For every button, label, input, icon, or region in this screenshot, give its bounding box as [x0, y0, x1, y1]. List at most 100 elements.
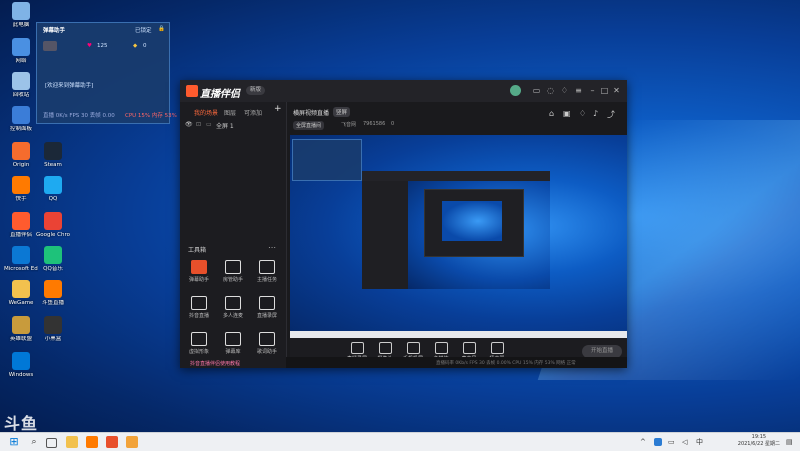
notification-icon[interactable]: ▤	[786, 436, 798, 448]
tool-item[interactable]: 主播任务	[254, 260, 280, 283]
desktop-icon-label: Google Chrome	[36, 232, 70, 238]
danmu-overlay-panel[interactable]: 弹幕助手 已锁定 🔒 ♥ 125 ◆ 0 [欢迎来到弹幕助手] 直播 0K/s …	[36, 22, 177, 124]
tab-layers[interactable]: 图层	[224, 108, 236, 117]
tool-item[interactable]: 抖音直播	[186, 296, 212, 319]
tab-portrait[interactable]: 竖屏	[333, 107, 351, 117]
close-icon[interactable]: ✕	[612, 86, 621, 95]
more-tools-icon[interactable]: ⋯	[268, 243, 276, 252]
message-icon[interactable]: ▭	[532, 86, 541, 95]
desktop-icon[interactable]: Windows	[4, 352, 38, 378]
task-view-icon[interactable]	[46, 438, 57, 448]
gift-box-icon[interactable]: ♢	[560, 86, 569, 95]
share-icon[interactable]: ⤴	[607, 109, 615, 120]
clock-date: 2021/6/22 星期二	[737, 441, 780, 447]
tool-item[interactable]: 房管助手	[220, 260, 246, 283]
desktop-icon-label: 回收站	[12, 92, 30, 98]
desktop-icon[interactable]: 快手	[4, 176, 38, 202]
taskbar-app3-icon[interactable]	[126, 436, 138, 448]
desktop-icon-label: 斗鱼直播	[41, 300, 64, 306]
live-companion-window[interactable]: 直播伴侣 新版 ▭ ◌ ♢ ≡ – □ ✕ 我的场景 图层 可添加 + 👁 ⊡ …	[180, 80, 627, 368]
add-scene-icon[interactable]: +	[274, 104, 282, 114]
desktop-icon[interactable]: 回收站	[4, 72, 38, 98]
menu-icon[interactable]: ≡	[574, 86, 583, 95]
file-explorer-icon[interactable]	[66, 436, 78, 448]
tool-label: 直播录屏	[256, 313, 277, 319]
status-text: 直播码率 0Kb/s FPS 30 丢帧 0.00% CPU 15% 内存 53…	[436, 361, 576, 366]
desktop-app-icon	[12, 72, 30, 90]
live-title[interactable]: 全屏直播间	[293, 121, 325, 130]
maximize-icon[interactable]: □	[600, 86, 609, 95]
taskbar-app2-icon[interactable]	[106, 436, 118, 448]
minimize-icon[interactable]: –	[588, 86, 597, 95]
tab-addable[interactable]: 可添加	[244, 108, 262, 117]
desktop-icon[interactable]: Google Chrome	[36, 212, 70, 238]
eye-icon[interactable]: 👁	[185, 121, 193, 128]
volume-icon[interactable]: ◁	[682, 436, 694, 448]
tutorial-link[interactable]: 抖音直播伴侣使用教程	[190, 360, 240, 367]
screen-icon[interactable]: ▭	[206, 121, 212, 128]
desktop-app-icon	[12, 142, 30, 160]
toolbar-button-icon	[406, 342, 420, 354]
tool-item[interactable]: 虚拟形象	[186, 332, 212, 355]
tool-item[interactable]: 歌词助手	[254, 332, 280, 355]
bell-icon[interactable]: ♪	[593, 109, 598, 118]
live-preview[interactable]	[290, 135, 627, 338]
desktop-icon-label: 快手	[15, 196, 27, 202]
lock-icon[interactable]: 🔒	[158, 26, 165, 32]
tool-icon	[225, 296, 241, 310]
ime-icon[interactable]: 中	[696, 436, 708, 448]
start-icon[interactable]: ⊞	[8, 436, 20, 448]
tray-up-icon[interactable]: ^	[640, 436, 652, 448]
desktop-icon[interactable]: 斗鱼直播	[36, 280, 70, 306]
tool-icon	[191, 296, 207, 310]
tool-item[interactable]: 弹幕库	[220, 332, 246, 355]
tool-item[interactable]: 多人连麦	[220, 296, 246, 319]
tool-item[interactable]: 弹幕助手	[186, 260, 212, 283]
store-icon[interactable]: ▣	[563, 109, 571, 118]
tool-item[interactable]: 直播录屏	[254, 296, 280, 319]
preview-overlay-copy	[292, 139, 362, 181]
desktop-icon[interactable]: 英雄联盟	[4, 316, 38, 342]
title-bar[interactable]: 直播伴侣 新版 ▭ ◌ ♢ ≡ – □ ✕	[180, 80, 627, 102]
tab-landscape[interactable]: 横屏视频直播	[293, 108, 329, 117]
desktop-icon[interactable]: 小黑盒	[36, 316, 70, 342]
network-icon[interactable]: ▭	[668, 436, 680, 448]
desktop-icon-label: Steam	[44, 162, 62, 168]
desktop-icon-label: Windows	[8, 372, 34, 378]
sidebar: 我的场景 图层 可添加 + 👁 ⊡ ▭ 全屏 1 工具箱 ⋯ 弹幕助手 房管助手 主…	[180, 102, 287, 368]
desktop-icon[interactable]: Origin	[4, 142, 38, 168]
tool-icon	[191, 332, 207, 346]
search-icon[interactable]: ⌕	[28, 436, 40, 448]
overlay-stats: 直播 0K/s FPS 30 丢帧 0.00	[43, 113, 115, 119]
lock-layer-icon[interactable]: ⊡	[196, 121, 201, 128]
tool-label: 弹幕库	[225, 349, 241, 355]
desktop-icon[interactable]: Microsoft Edge	[4, 246, 38, 272]
desktop-icon[interactable]: Steam	[36, 142, 70, 168]
desktop-icon[interactable]: QQ	[36, 176, 70, 202]
desktop-icon[interactable]: 此电脑	[4, 2, 38, 28]
desktop-app-icon	[44, 176, 62, 194]
tab-my-scenes[interactable]: 我的场景	[194, 108, 218, 117]
desktop-icon-label: Microsoft Edge	[4, 266, 38, 272]
desktop-icon[interactable]: 直播伴侣	[4, 212, 38, 238]
tray-app-icon[interactable]	[654, 438, 662, 446]
taskbar-app1-icon[interactable]	[86, 436, 98, 448]
overlay-gifts: 0	[143, 43, 147, 49]
taskbar: ⊞ ⌕ ^ ▭ ◁ 中 19:15 2021/6/22 星期二 ▤	[0, 432, 800, 451]
desktop-icon[interactable]: QQ音乐	[36, 246, 70, 272]
settings-icon[interactable]: ◌	[546, 86, 555, 95]
desktop-icon-label: QQ音乐	[43, 266, 63, 272]
gift-panel-icon[interactable]: ♢	[579, 109, 586, 118]
toolbar-button-icon	[350, 342, 364, 354]
user-avatar[interactable]	[510, 85, 521, 96]
desktop-icon[interactable]: WeGame	[4, 280, 38, 306]
scene-label[interactable]: 全屏 1	[216, 121, 234, 130]
desktop-icon[interactable]: 网络	[4, 38, 38, 64]
tool-icon	[259, 296, 275, 310]
desktop-icon[interactable]: 控制面板	[4, 106, 38, 132]
tool-label: 抖音直播	[188, 313, 209, 319]
desktop-app-icon	[44, 280, 62, 298]
shop-icon[interactable]: ⌂	[549, 109, 554, 118]
version-pill[interactable]: 新版	[246, 86, 266, 95]
clock[interactable]: 19:15 2021/6/22 星期二	[738, 434, 780, 448]
